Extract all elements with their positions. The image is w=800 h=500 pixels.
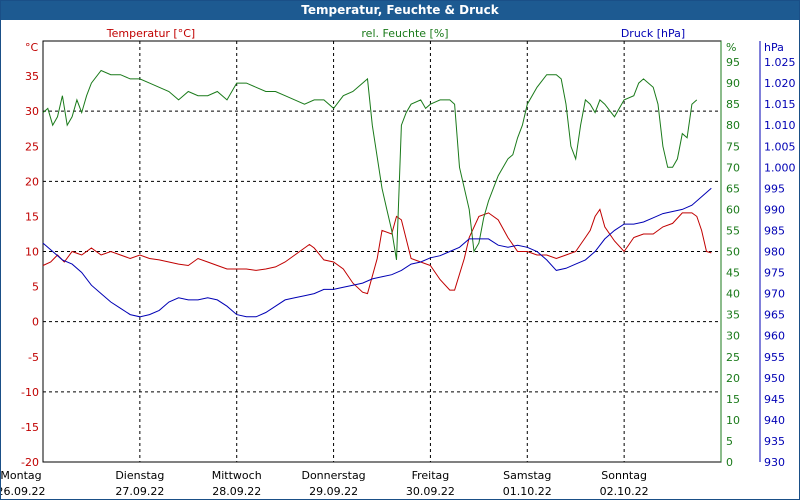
humidity-tick-label: 0 xyxy=(726,456,733,469)
pressure-tick-label: 990 xyxy=(764,203,785,216)
humidity-tick-label: 95 xyxy=(726,56,740,69)
humidity-tick-label: 55 xyxy=(726,224,740,237)
temperature-tick-label: 35 xyxy=(25,70,39,83)
humidity-tick-label: 30 xyxy=(726,330,740,343)
humidity-tick-label: 20 xyxy=(726,372,740,385)
x-day-label: Montag xyxy=(1,469,42,482)
humidity-tick-label: 35 xyxy=(726,309,740,322)
x-date-label: 28.09.22 xyxy=(212,485,261,498)
chart-window: Temperatur, Feuchte & Druck 35 30 25 20 15 10… xyxy=(0,0,800,500)
pressure-tick-label: 1.025 xyxy=(764,56,796,69)
x-day-label: Freitag xyxy=(412,469,450,482)
pressure-axis-title: Druck [hPa] xyxy=(621,27,685,40)
temperature-tick-label: -10 xyxy=(21,386,39,399)
temperature-tick-label: 0 xyxy=(32,316,39,329)
humidity-unit-label: % xyxy=(726,41,736,54)
humidity-tick-label: 50 xyxy=(726,246,740,259)
pressure-tick-label: 930 xyxy=(764,456,785,469)
pressure-tick-label: 1.020 xyxy=(764,77,796,90)
pressure-tick-label: 935 xyxy=(764,435,785,448)
x-date-label: 30.09.22 xyxy=(406,485,455,498)
x-date-label: 29.09.22 xyxy=(309,485,358,498)
pressure-unit-label: hPa xyxy=(764,41,784,54)
pressure-tick-label: 955 xyxy=(764,351,785,364)
temperature-tick-label: -20 xyxy=(21,456,39,469)
temperature-tick-label: -5 xyxy=(28,351,39,364)
humidity-tick-label: 25 xyxy=(726,351,740,364)
x-date-label: 26.09.22 xyxy=(1,485,45,498)
x-day-label: Dienstag xyxy=(115,469,164,482)
temperature-tick-label: 5 xyxy=(32,281,39,294)
humidity-tick-label: 40 xyxy=(726,288,740,301)
pressure-tick-label: 960 xyxy=(764,330,785,343)
humidity-tick-label: 75 xyxy=(726,140,740,153)
pressure-tick-label: 1.005 xyxy=(764,140,796,153)
x-date-label: 01.10.22 xyxy=(503,485,552,498)
x-date-label: 02.10.22 xyxy=(600,485,649,498)
humidity-tick-label: 15 xyxy=(726,393,740,406)
pressure-tick-label: 1.000 xyxy=(764,161,796,174)
pressure-tick-label: 980 xyxy=(764,246,785,259)
humidity-tick-label: 45 xyxy=(726,267,740,280)
pressure-tick-label: 940 xyxy=(764,414,785,427)
humidity-axis-title: rel. Feuchte [%] xyxy=(361,27,448,40)
pressure-tick-label: 995 xyxy=(764,182,785,195)
temperature-tick-label: 25 xyxy=(25,140,39,153)
pressure-tick-label: 975 xyxy=(764,267,785,280)
temperature-tick-label: -15 xyxy=(21,421,39,434)
temperature-tick-label: 20 xyxy=(25,175,39,188)
x-day-label: Sonntag xyxy=(601,469,647,482)
pressure-tick-label: 985 xyxy=(764,224,785,237)
temperature-tick-label: 10 xyxy=(25,246,39,259)
humidity-tick-label: 65 xyxy=(726,182,740,195)
pressure-tick-label: 1.010 xyxy=(764,119,796,132)
pressure-tick-label: 945 xyxy=(764,393,785,406)
humidity-tick-label: 70 xyxy=(726,161,740,174)
humidity-tick-label: 10 xyxy=(726,414,740,427)
temperature-tick-label: 15 xyxy=(25,210,39,223)
pressure-tick-label: 1.015 xyxy=(764,98,796,111)
humidity-tick-label: 85 xyxy=(726,98,740,111)
humidity-tick-label: 5 xyxy=(726,435,733,448)
humidity-tick-label: 80 xyxy=(726,119,740,132)
humidity-tick-label: 90 xyxy=(726,77,740,90)
temperature-unit-label: °C xyxy=(25,41,39,54)
weather-chart: 35302520151050-5-10-15-20°CTemperatur [°… xyxy=(1,27,796,498)
pressure-tick-label: 965 xyxy=(764,309,785,322)
x-date-label: 27.09.22 xyxy=(115,485,164,498)
pressure-tick-label: 970 xyxy=(764,288,785,301)
x-day-label: Samstag xyxy=(503,469,551,482)
temperature-tick-label: 30 xyxy=(25,105,39,118)
x-day-label: Mittwoch xyxy=(212,469,262,482)
pressure-tick-label: 950 xyxy=(764,372,785,385)
x-day-label: Donnerstag xyxy=(301,469,365,482)
temperature-axis-title: Temperatur [°C] xyxy=(106,27,195,40)
humidity-tick-label: 60 xyxy=(726,203,740,216)
